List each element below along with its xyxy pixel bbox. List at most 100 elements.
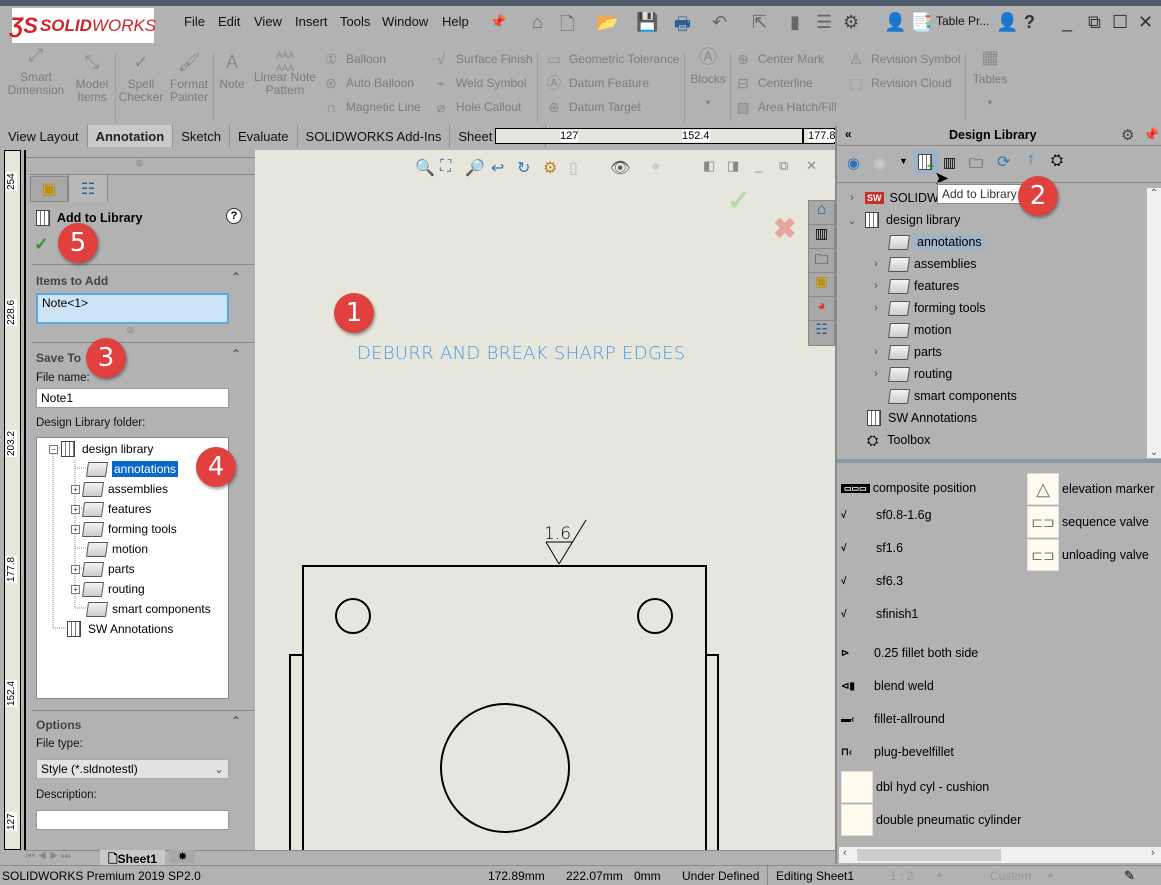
dl-tree-annotations[interactable]: annotations (887, 232, 985, 252)
description-input[interactable] (36, 810, 229, 830)
library-item-fillet-both-side[interactable]: ⊳ 0.25 fillet both side (841, 646, 978, 660)
balloon-button[interactable]: ① Balloon (322, 47, 421, 71)
create-new-folder-icon[interactable]: 🗀 (969, 153, 983, 177)
tree-item-assemblies[interactable]: + assemblies (71, 479, 168, 499)
library-item-sf6.3[interactable]: √ sf6.3 (841, 574, 903, 588)
magnetic-line-button[interactable]: ∩ Magnetic Line (322, 95, 421, 119)
tree-item-parts[interactable]: + parts (71, 559, 135, 579)
user-icon[interactable]: 👤 (996, 12, 1018, 33)
library-item-fillet-allround[interactable]: ▬‹ fillet-allround (841, 712, 945, 726)
dl-tree-forming-tools[interactable]: › forming tools (869, 298, 986, 318)
select-icon[interactable]: ⇱ (752, 12, 767, 33)
collapse-pane-icon[interactable]: « (845, 127, 852, 141)
dl-tree-toolbox[interactable]: ⛭ Toolbox (867, 430, 930, 450)
units-up-icon[interactable]: ▲ (1046, 869, 1055, 879)
options-gear-icon[interactable]: ⚙ (843, 12, 859, 33)
menu-file[interactable]: File (184, 14, 205, 29)
options-gear-icon[interactable]: ⚙ (1121, 126, 1134, 144)
tree-item-design-library[interactable]: − design library (49, 439, 153, 459)
menu-window[interactable]: Window (382, 14, 428, 29)
datum-feature-button[interactable]: Ⓐ Datum Feature (545, 71, 680, 95)
revision-cloud-button[interactable]: ⬚ Revision Cloud (847, 71, 960, 95)
expand-chevron-icon[interactable]: › (869, 280, 883, 292)
customize-status-icon[interactable]: ✎ (1124, 868, 1135, 884)
save-icon[interactable]: 💾 (636, 12, 658, 33)
model-items-button[interactable]: ⤡ Model Items (70, 53, 114, 104)
minimize-icon[interactable]: _ (1062, 12, 1072, 33)
expand-chevron-icon[interactable]: › (869, 368, 883, 380)
tab-view-layout[interactable]: View Layout (0, 125, 88, 147)
units-system[interactable]: Custom (990, 869, 1031, 883)
library-item-double-pneumatic-cylinder[interactable]: double pneumatic cylinder (841, 804, 1021, 836)
tree-item-features[interactable]: + features (71, 499, 151, 519)
library-item-unloading-valve[interactable]: ⊏⊐ unloading valve (1027, 539, 1149, 571)
dl-tree-features[interactable]: › features (869, 276, 959, 296)
tables-button[interactable]: ▦ Tables ▾ (970, 48, 1010, 109)
expand-chevron-icon[interactable]: › (869, 346, 883, 358)
pin-icon[interactable]: 📌 (1143, 127, 1159, 143)
spell-checker-button[interactable]: ✓ Spell Checker (118, 53, 164, 104)
hole-callout-button[interactable]: ⌀ Hole Callout (432, 95, 533, 119)
tab-sketch[interactable]: Sketch (173, 125, 230, 147)
library-item-sf0.8-1.6g[interactable]: √ sf0.8-1.6g (841, 508, 932, 522)
expand-icon[interactable]: + (71, 504, 80, 514)
forward-icon[interactable]: ◉ (873, 154, 886, 172)
tree-item-motion[interactable]: motion (85, 539, 148, 559)
area-hatch-button[interactable]: ▨ Area Hatch/Fill (734, 95, 836, 119)
tree-item-annotations[interactable]: annotations (85, 459, 179, 479)
tile-icon[interactable]: ⧉ (1088, 12, 1101, 33)
menu-view[interactable]: View (254, 14, 282, 29)
back-icon[interactable]: ◉ (847, 154, 860, 172)
library-item-blend-weld[interactable]: ⊲▮ blend weld (841, 679, 934, 693)
undo-icon[interactable]: ↶ (712, 12, 727, 33)
dl-tree-solidworks-content[interactable]: › SW SOLIDW (845, 188, 939, 208)
items-horizontal-scrollbar[interactable]: ‹ › (839, 847, 1161, 863)
pin-icon[interactable]: 📌 (490, 14, 506, 30)
blocks-button[interactable]: Ⓐ Blocks ▾ (688, 48, 728, 109)
library-item-sf1.6[interactable]: √ sf1.6 (841, 541, 903, 555)
menu-help[interactable]: Help (442, 14, 469, 29)
table-properties-label[interactable]: Table Pr... (936, 14, 989, 28)
splitter-handle[interactable]: ◎ (127, 325, 134, 334)
expand-icon[interactable]: + (71, 584, 80, 594)
add-sheet-icon[interactable]: ✸ (170, 850, 196, 863)
ok-checkmark-button[interactable]: ✓ (34, 234, 49, 255)
menu-tools[interactable]: Tools (340, 14, 370, 29)
new-document-icon[interactable]: 🗋 (560, 12, 574, 42)
drawing-view[interactable]: 1.6 (255, 150, 835, 850)
library-item-dbl-hyd-cyl-cushion[interactable]: dbl hyd cyl - cushion (841, 771, 989, 803)
splitter-handle[interactable]: ◎ (136, 158, 143, 167)
toolbox-icon[interactable]: ⛭ (1051, 152, 1063, 169)
dl-tree-parts[interactable]: › parts (869, 342, 942, 362)
weld-symbol-button[interactable]: ⌁ Weld Symbol (432, 71, 533, 95)
expand-chevron-icon[interactable]: › (869, 258, 883, 270)
library-item-sequence-valve[interactable]: ⊏⊐ sequence valve (1027, 506, 1149, 538)
dl-tree-sw-annotations[interactable]: SW Annotations (867, 408, 977, 428)
library-item-composite-position[interactable]: ▭▭▭ composite position (841, 481, 976, 495)
feature-manager-tab[interactable]: ▣ (30, 176, 68, 202)
tree-item-sw-annotations[interactable]: SW Annotations (67, 619, 173, 639)
smart-dimension-button[interactable]: ⤢ Smart Dimension (6, 46, 66, 97)
tree-item-routing[interactable]: + routing (71, 579, 145, 599)
tree-item-forming-tools[interactable]: + forming tools (71, 519, 177, 539)
drawing-canvas[interactable]: 🔍 ⛶ 🔎 ↩ ↻ ⚙ ▯ 👁 ● ◧ ◨ _ ⧉ ✕ ✓ ✖ ⌂ ▥ 🗀 ▣ … (255, 150, 835, 850)
menu-insert[interactable]: Insert (295, 14, 328, 29)
pane-splitter[interactable] (837, 459, 1161, 463)
tab-solidworks-add-ins[interactable]: SOLIDWORKS Add-Ins (297, 125, 451, 147)
datum-target-button[interactable]: ⊕ Datum Target (545, 95, 680, 119)
collapse-chevron-icon[interactable]: ⌃ (231, 270, 241, 284)
surface-finish-button[interactable]: √ Surface Finish (432, 47, 533, 71)
maximize-icon[interactable]: ☐ (1112, 12, 1128, 33)
library-item-plug-bevelfillet[interactable]: ⊓‹ plug-bevelfillet (841, 745, 954, 759)
property-manager-tab[interactable]: ☷ (68, 174, 108, 202)
sheet-nav-arrows[interactable]: ⏮ ◀ ▶ ⏭ (26, 851, 70, 862)
library-item-sfinish1[interactable]: √ sfinish1 (841, 607, 918, 621)
collapse-chevron-icon[interactable]: ⌃ (231, 714, 241, 728)
revision-symbol-button[interactable]: ⚠ Revision Symbol (847, 47, 961, 71)
items-to-add-list[interactable]: Note<1> (36, 293, 229, 324)
tab-evaluate[interactable]: Evaluate (229, 125, 298, 147)
dl-tree-smart-components[interactable]: smart components (887, 386, 1017, 406)
history-dropdown-icon[interactable]: ▼ (899, 156, 908, 166)
collapse-chevron-icon[interactable]: ⌄ (845, 214, 859, 227)
tree-item-smart-components[interactable]: smart components (85, 599, 211, 619)
